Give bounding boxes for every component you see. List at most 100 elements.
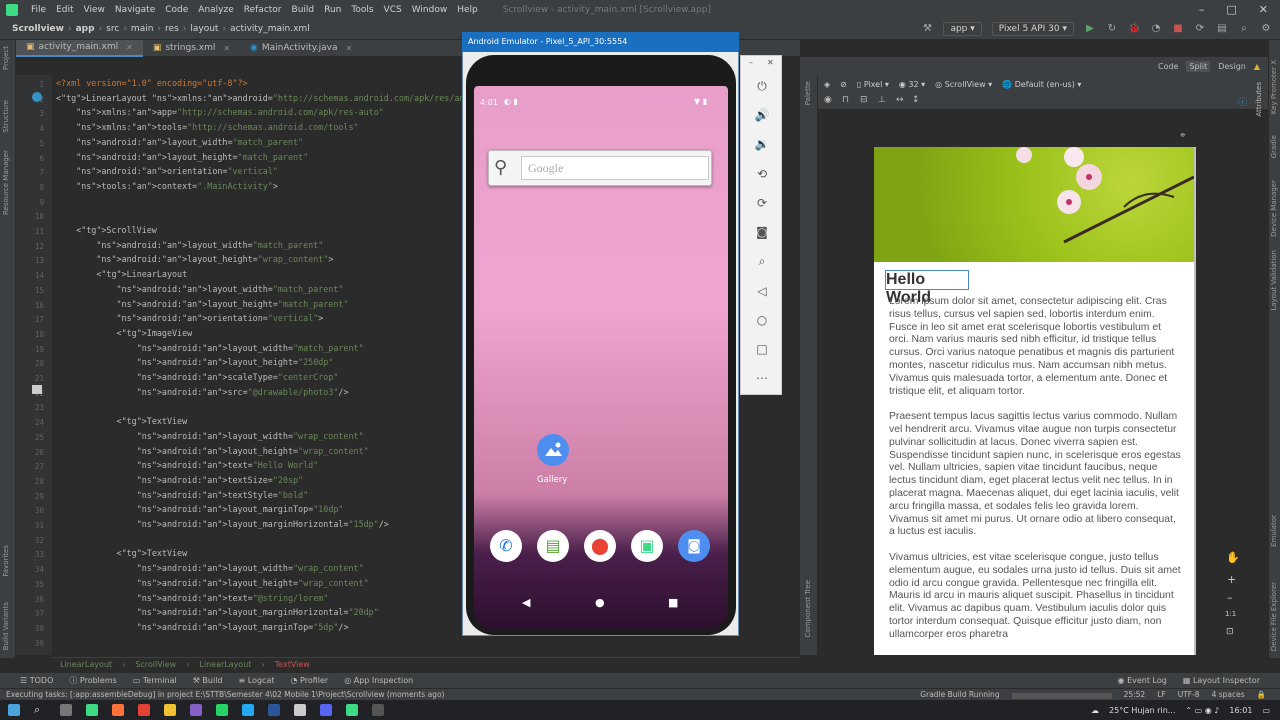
code-line[interactable]: "ns">android:"an">layout_width="match_pa… bbox=[56, 240, 323, 250]
code-line[interactable]: "ns">android:"an">orientation="vertical"… bbox=[56, 313, 324, 323]
preview-image[interactable] bbox=[874, 147, 1195, 262]
crumb-textview[interactable]: TextView bbox=[275, 660, 310, 669]
overview-icon[interactable]: □ bbox=[754, 341, 770, 357]
back-nav-icon[interactable]: ◀ bbox=[522, 596, 530, 609]
status-message[interactable]: Executing tasks: [:app:assembleDebug] in… bbox=[6, 690, 444, 699]
google-search-bar[interactable]: ⚲ Google bbox=[488, 150, 712, 186]
sync-icon[interactable]: ⟳ bbox=[1194, 23, 1206, 35]
recents-nav-icon[interactable]: ■ bbox=[668, 596, 678, 609]
baseline-icon[interactable]: ⊥ bbox=[878, 95, 886, 105]
vs-taskbar-icon[interactable] bbox=[190, 704, 202, 716]
terminal-tool-button[interactable]: ▭ Terminal bbox=[133, 676, 177, 685]
crumb-linearlayout[interactable]: LinearLayout bbox=[60, 660, 112, 669]
layers-icon[interactable]: ◈ bbox=[824, 80, 830, 89]
resource-manager-tool-tab[interactable]: Resource Manager bbox=[2, 150, 10, 215]
home-nav-icon[interactable]: ● bbox=[595, 596, 605, 609]
layout-inspector-button[interactable]: ▦ Layout Inspector bbox=[1183, 676, 1260, 685]
emu-minimize-icon[interactable]: – bbox=[749, 58, 753, 67]
palette-tab[interactable]: Palette bbox=[804, 81, 812, 105]
gallery-app-icon[interactable] bbox=[537, 434, 569, 466]
phone-app-icon[interactable]: ✆ bbox=[490, 530, 522, 562]
crumb-linearlayout-inner[interactable]: LinearLayout bbox=[199, 660, 251, 669]
zoom-ratio[interactable]: 1:1 bbox=[1225, 610, 1236, 618]
home-icon[interactable]: ○ bbox=[754, 312, 770, 328]
rerun-icon[interactable]: ↻ bbox=[1106, 23, 1118, 35]
build-variants-tool-tab[interactable]: Build Variants bbox=[2, 602, 10, 650]
code-line[interactable]: "ns">android:"an">layout_marginHorizonta… bbox=[56, 607, 379, 617]
design-mode-button[interactable]: Design bbox=[1218, 62, 1246, 71]
task-view-icon[interactable] bbox=[60, 704, 72, 716]
menu-vcs[interactable]: VCS bbox=[379, 5, 407, 15]
android-gutter-icon[interactable] bbox=[32, 92, 42, 102]
code-line[interactable]: "ns">android:"an">layout_marginTop="5dp"… bbox=[56, 622, 349, 632]
preview-hello-world[interactable]: Hello World bbox=[885, 270, 969, 306]
crumb-project[interactable]: Scrollview bbox=[8, 24, 68, 34]
crumb-scrollview[interactable]: ScrollView bbox=[135, 660, 176, 669]
camera-app-icon[interactable]: ◙ bbox=[678, 530, 710, 562]
menu-navigate[interactable]: Navigate bbox=[110, 5, 160, 15]
android-studio-taskbar-icon[interactable] bbox=[86, 704, 98, 716]
menu-tools[interactable]: Tools bbox=[346, 5, 378, 15]
code-line[interactable]: <"tg">ScrollView bbox=[56, 225, 157, 235]
menu-run[interactable]: Run bbox=[319, 5, 346, 15]
code-line[interactable]: "ns">xmlns:"an">tools="http://schemas.an… bbox=[56, 122, 358, 132]
menu-refactor[interactable]: Refactor bbox=[239, 5, 287, 15]
constraints-icon[interactable]: ⊟ bbox=[860, 95, 868, 105]
search-taskbar-icon[interactable]: ⌕ bbox=[34, 704, 46, 716]
code-line[interactable]: "ns">android:"an">layout_height="wrap_co… bbox=[56, 578, 369, 588]
key-promoter-tab[interactable]: Key Promoter X bbox=[1270, 60, 1278, 114]
weather-text[interactable]: 25°C Hujan rin... bbox=[1109, 706, 1175, 715]
horizontal-resize-icon[interactable]: ↔ bbox=[896, 95, 904, 105]
chrome-taskbar-icon[interactable] bbox=[138, 704, 150, 716]
code-mode-button[interactable]: Code bbox=[1158, 62, 1178, 71]
profiler-tool-button[interactable]: ◔ Profiler bbox=[291, 676, 329, 685]
screenshot-icon[interactable]: ◙ bbox=[754, 224, 770, 240]
gradle-status[interactable]: Gradle Build Running bbox=[920, 690, 999, 699]
logcat-tool-button[interactable]: ≡ Logcat bbox=[239, 676, 275, 685]
code-line[interactable]: "ns">xmlns:"an">app="http://schemas.andr… bbox=[56, 107, 384, 117]
weather-icon[interactable]: ☁ bbox=[1091, 706, 1099, 715]
crumb-app[interactable]: app bbox=[72, 24, 99, 34]
code-line[interactable]: "ns">android:"an">text="@string/lorem" bbox=[56, 593, 329, 603]
phone-screen[interactable]: 4:01 ◐ ▮ ▼ ▮ ⚲ Google Gallery ✆ ▤ ⬤ ▣ ◙ … bbox=[474, 86, 728, 630]
menu-view[interactable]: View bbox=[79, 5, 110, 15]
app-inspection-tool-button[interactable]: ◎ App Inspection bbox=[344, 676, 413, 685]
menu-build[interactable]: Build bbox=[287, 5, 320, 15]
progress-bar[interactable] bbox=[1011, 693, 1112, 699]
code-line[interactable]: <"tg">TextView bbox=[56, 548, 188, 558]
warning-icon[interactable]: ▲ bbox=[1254, 62, 1260, 71]
zoom-in-icon[interactable]: + bbox=[1227, 573, 1236, 586]
firefox-taskbar-icon[interactable] bbox=[112, 704, 124, 716]
files-app-icon[interactable]: ▤ bbox=[537, 530, 569, 562]
rotate-left-icon[interactable]: ⟲ bbox=[754, 166, 770, 182]
code-line[interactable]: "ns">android:"an">layout_width="wrap_con… bbox=[56, 431, 364, 441]
menu-help[interactable]: Help bbox=[452, 5, 483, 15]
code-line[interactable]: <"tg">ImageView bbox=[56, 328, 193, 338]
code-line[interactable]: "ns">android:"an">layout_width="match_pa… bbox=[56, 343, 364, 353]
crumb-main[interactable]: main bbox=[127, 24, 158, 34]
tab-strings[interactable]: ▣ strings.xml ✕ bbox=[143, 40, 240, 57]
hammer-icon[interactable]: ⚒ bbox=[921, 23, 933, 35]
tray-icons[interactable]: ⌃ ▭ ◉ ♪ bbox=[1185, 706, 1219, 715]
stop-icon[interactable]: ■ bbox=[1172, 23, 1184, 35]
pin-icon[interactable]: ⌖ bbox=[1180, 130, 1186, 141]
code-line[interactable]: "ns">android:"an">textSize="20sp" bbox=[56, 475, 303, 485]
maps-app-icon[interactable]: ⬤ bbox=[584, 530, 616, 562]
todo-tool-button[interactable]: ☰ TODO bbox=[20, 676, 53, 685]
split-mode-button[interactable]: Split bbox=[1186, 60, 1211, 72]
cursor-position[interactable]: 25:52 bbox=[1124, 690, 1146, 699]
event-log-button[interactable]: ◉ Event Log bbox=[1118, 676, 1167, 685]
indent-setting[interactable]: 4 spaces bbox=[1212, 690, 1245, 699]
menu-code[interactable]: Code bbox=[160, 5, 193, 15]
search-icon[interactable]: ⌕ bbox=[1238, 23, 1250, 35]
vertical-resize-icon[interactable]: ↕ bbox=[912, 95, 920, 105]
menu-analyze[interactable]: Analyze bbox=[193, 5, 238, 15]
debug-icon[interactable]: 🐞 bbox=[1128, 23, 1140, 35]
code-line[interactable]: "ns">android:"an">layout_width="match_pa… bbox=[56, 137, 303, 147]
word-taskbar-icon[interactable] bbox=[268, 704, 280, 716]
device-selector[interactable]: ▯ Pixel ▾ bbox=[857, 80, 889, 89]
zoom-out-icon[interactable]: – bbox=[1227, 591, 1233, 604]
whatsapp-taskbar-icon[interactable] bbox=[216, 704, 228, 716]
locale-selector[interactable]: 🌐 Default (en-us) ▾ bbox=[1002, 80, 1081, 89]
orientation-icon[interactable]: ⊘ bbox=[840, 80, 847, 89]
